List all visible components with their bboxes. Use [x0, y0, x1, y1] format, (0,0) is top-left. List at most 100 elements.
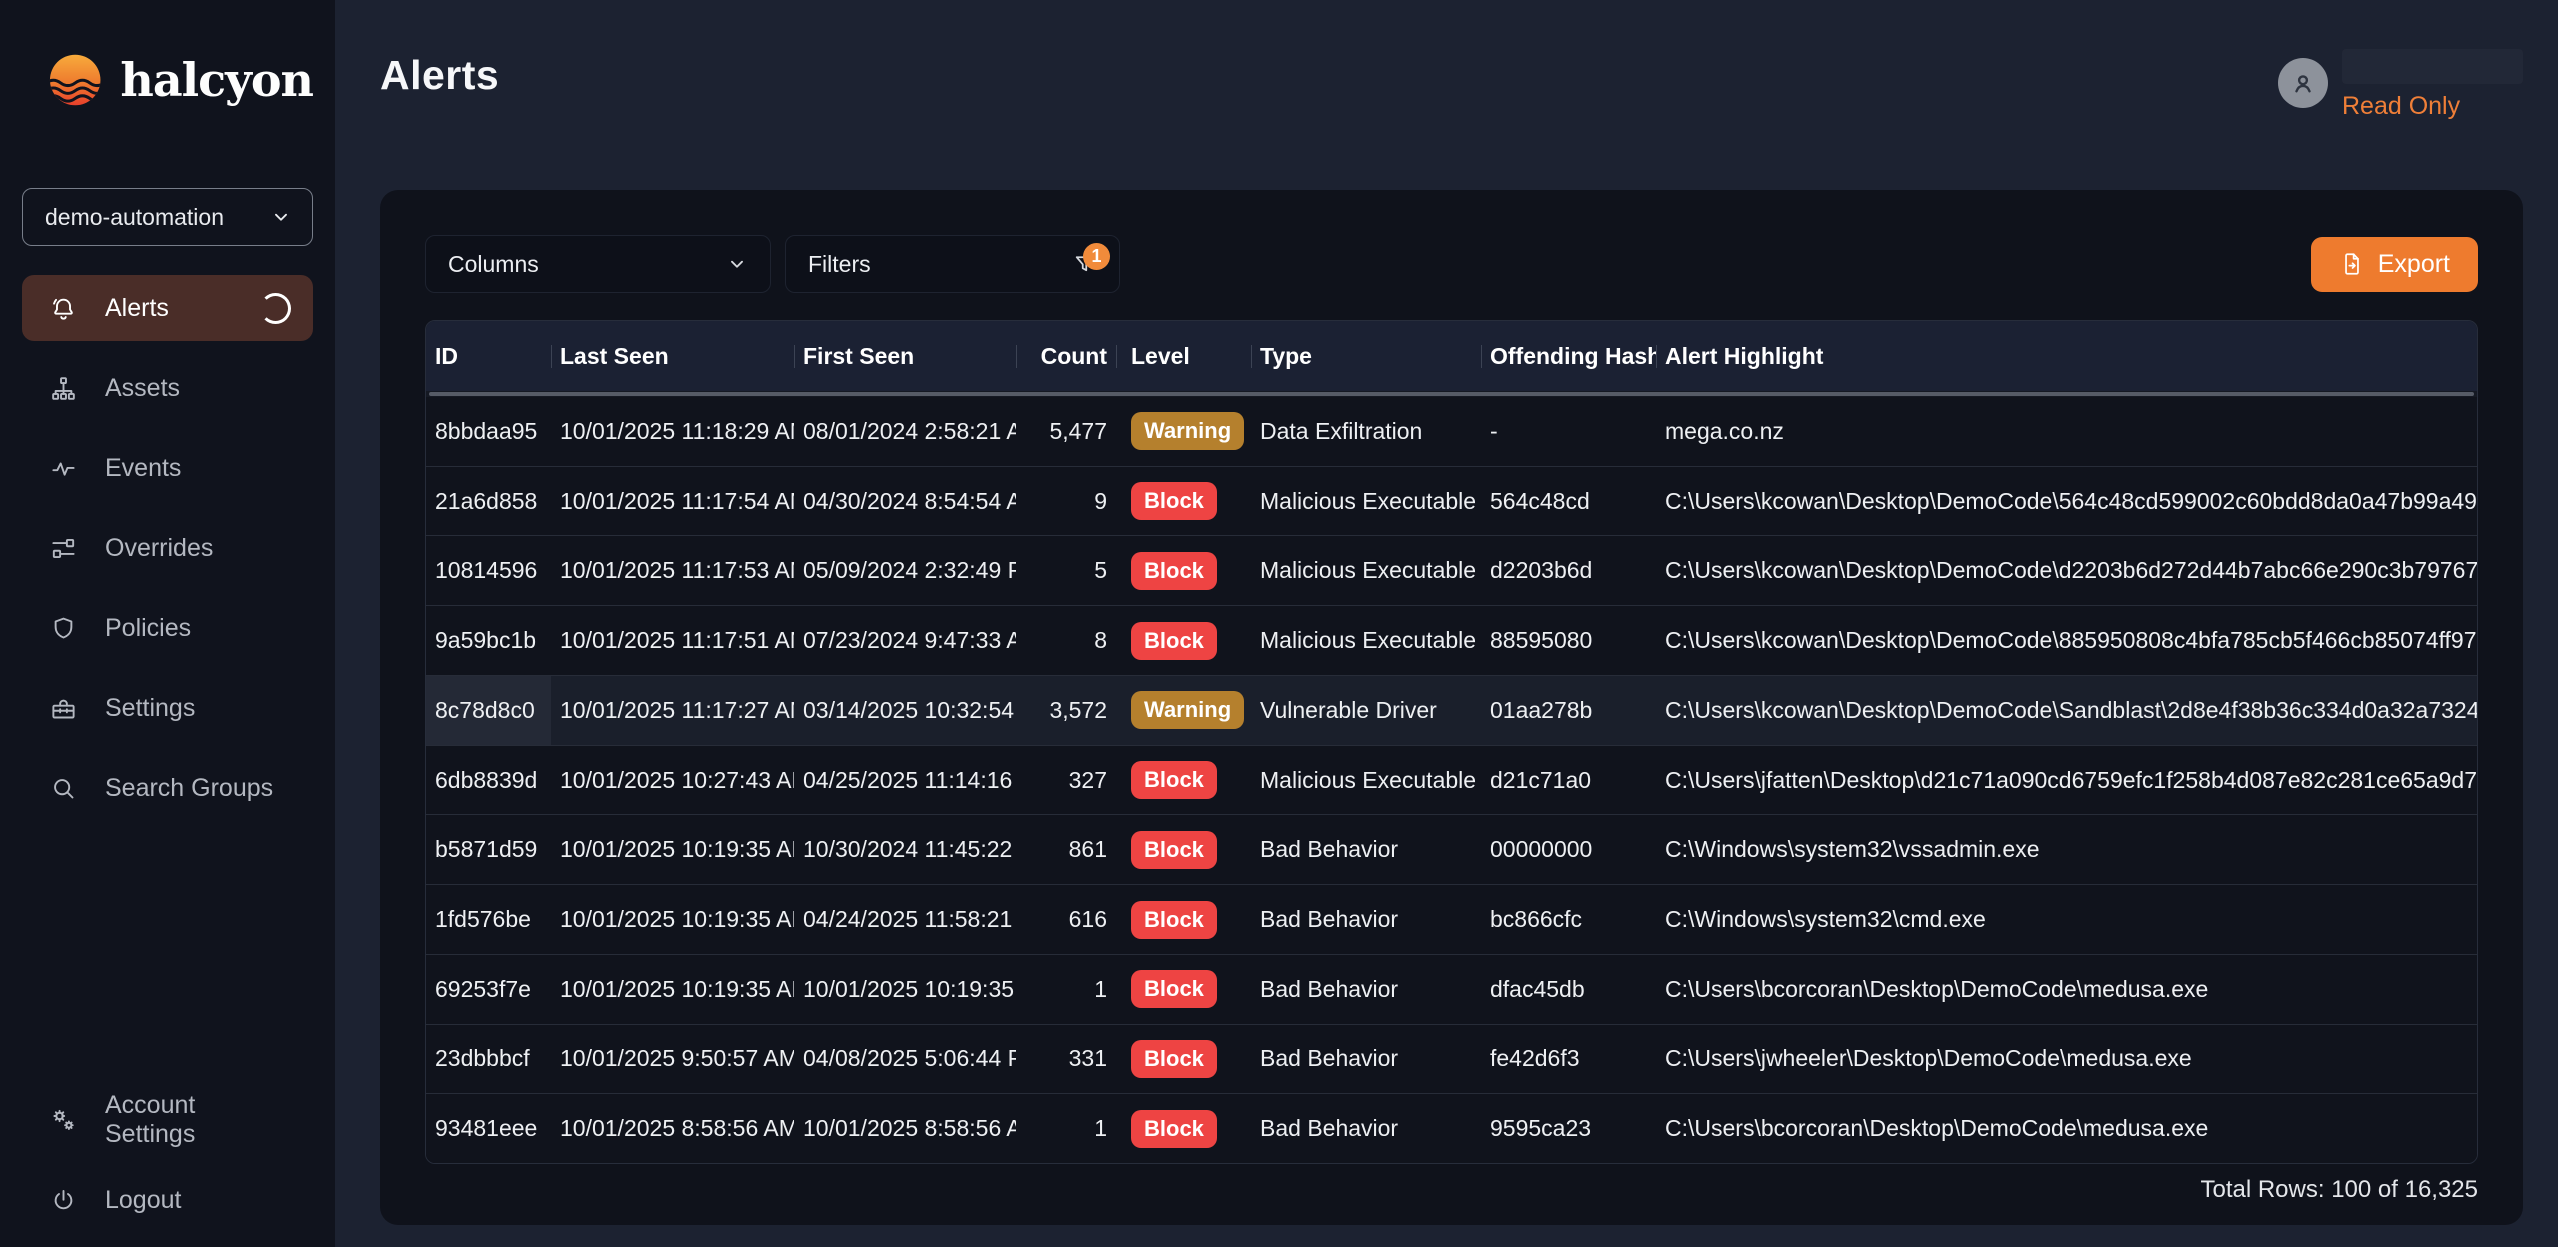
sidebar-item-label: Events — [105, 454, 181, 483]
sidebar-footer-nav: Account Settings Logout — [22, 1087, 313, 1233]
app-root: halcyon demo-automation Alerts Assets Even… — [0, 0, 2558, 1247]
cell-last-seen: 10/01/2025 9:50:57 AM — [551, 1025, 794, 1094]
cell-first-seen: 04/30/2024 8:54:54 AM — [794, 467, 1016, 536]
table-row[interactable]: 69253f7e10/01/2025 10:19:35 AM10/01/2025… — [426, 954, 2477, 1024]
cell-type: Bad Behavior — [1251, 1094, 1481, 1163]
sidebar-item-policies[interactable]: Policies — [22, 595, 313, 661]
cell-first-seen: 04/25/2025 11:14:16 AM — [794, 746, 1016, 815]
table-row[interactable]: 1081459610/01/2025 11:17:53 AM05/09/2024… — [426, 535, 2477, 605]
cell-count: 5,477 — [1016, 397, 1116, 466]
column-header-first-seen[interactable]: First Seen — [794, 321, 1016, 391]
sidebar-nav: Alerts Assets Events Overrides Policies Setti… — [22, 275, 313, 821]
cell-alert-highlight: C:\Users\bcorcoran\Desktop\DemoCode\medu… — [1656, 955, 2477, 1024]
cell-alert-highlight: C:\Windows\system32\cmd.exe — [1656, 885, 2477, 954]
cell-id: b5871d59 — [426, 815, 551, 884]
cell-last-seen: 10/01/2025 8:58:56 AM — [551, 1094, 794, 1163]
columns-dropdown-label: Columns — [448, 251, 539, 278]
column-header-alert-highlight[interactable]: Alert Highlight — [1656, 321, 2477, 391]
cell-offending-hash: bc866cfc — [1481, 885, 1656, 954]
columns-dropdown[interactable]: Columns — [425, 235, 771, 293]
cell-alert-highlight: mega.co.nz — [1656, 397, 2477, 466]
cell-count: 5 — [1016, 536, 1116, 605]
brand-name: halcyon — [120, 53, 313, 107]
cell-type: Bad Behavior — [1251, 885, 1481, 954]
table-row[interactable]: 1fd576be10/01/2025 10:19:35 AM04/24/2025… — [426, 884, 2477, 954]
cell-alert-highlight: C:\Users\kcowan\Desktop\DemoCode\564c48c… — [1656, 467, 2477, 536]
column-header-level[interactable]: Level — [1116, 321, 1251, 391]
cell-offending-hash: d21c71a0 — [1481, 746, 1656, 815]
filters-dropdown[interactable]: Filters 1 — [785, 235, 1120, 293]
column-header-offending-hash[interactable]: Offending Hash — [1481, 321, 1656, 391]
user-meta: Read Only — [2342, 49, 2523, 121]
cell-first-seen: 03/14/2025 10:32:54 AM — [794, 676, 1016, 745]
alerts-table: IDLast SeenFirst SeenCountLevelTypeOffen… — [425, 320, 2478, 1164]
sidebar-item-events[interactable]: Events — [22, 435, 313, 501]
export-icon — [2339, 251, 2365, 277]
level-badge: Block — [1131, 901, 1217, 939]
bell-icon — [50, 295, 77, 322]
table-row[interactable]: 21a6d85810/01/2025 11:17:54 AM04/30/2024… — [426, 466, 2477, 536]
horizontal-scrollbar-thumb[interactable] — [429, 392, 2474, 396]
cell-offending-hash: 00000000 — [1481, 815, 1656, 884]
level-badge: Block — [1131, 970, 1217, 1008]
column-header-last-seen[interactable]: Last Seen — [551, 321, 794, 391]
table-row[interactable]: 8bbdaa9510/01/2025 11:18:29 AM08/01/2024… — [426, 397, 2477, 466]
cell-type: Malicious Executable — [1251, 746, 1481, 815]
cell-id: 10814596 — [426, 536, 551, 605]
cell-id: 69253f7e — [426, 955, 551, 1024]
level-badge: Warning — [1131, 691, 1244, 729]
sidebar-item-settings[interactable]: Settings — [22, 675, 313, 741]
cell-count: 9 — [1016, 467, 1116, 536]
org-selector[interactable]: demo-automation — [22, 188, 313, 246]
table-row[interactable]: 23dbbbcf10/01/2025 9:50:57 AM04/08/2025 … — [426, 1024, 2477, 1094]
cell-type: Malicious Executable — [1251, 536, 1481, 605]
cell-count: 3,572 — [1016, 676, 1116, 745]
sidebar-item-label: Alerts — [105, 294, 169, 323]
cell-level: Block — [1116, 815, 1251, 884]
cell-level: Block — [1116, 536, 1251, 605]
export-button[interactable]: Export — [2311, 237, 2478, 292]
cell-alert-highlight: C:\Users\jwheeler\Desktop\DemoCode\medus… — [1656, 1025, 2477, 1094]
cell-last-seen: 10/01/2025 11:18:29 AM — [551, 397, 794, 466]
sliders-icon — [50, 535, 77, 562]
cell-count: 616 — [1016, 885, 1116, 954]
search-icon — [50, 775, 77, 802]
table-row[interactable]: b5871d5910/01/2025 10:19:35 AM10/30/2024… — [426, 814, 2477, 884]
cell-first-seen: 05/09/2024 2:32:49 PM — [794, 536, 1016, 605]
cell-level: Block — [1116, 1094, 1251, 1163]
cell-offending-hash: dfac45db — [1481, 955, 1656, 1024]
sidebar-item-label: Overrides — [105, 534, 213, 563]
cell-last-seen: 10/01/2025 11:17:27 AM — [551, 676, 794, 745]
table-row[interactable]: 93481eee10/01/2025 8:58:56 AM10/01/2025 … — [426, 1093, 2477, 1163]
sidebar-item-logout[interactable]: Logout — [22, 1167, 313, 1233]
column-header-count[interactable]: Count — [1016, 321, 1116, 391]
sidebar: halcyon demo-automation Alerts Assets Even… — [0, 0, 335, 1247]
cell-offending-hash: 9595ca23 — [1481, 1094, 1656, 1163]
table-row[interactable]: 8c78d8c010/01/2025 11:17:27 AM03/14/2025… — [426, 675, 2477, 745]
table-row[interactable]: 6db8839d10/01/2025 10:27:43 AM04/25/2025… — [426, 745, 2477, 815]
avatar[interactable] — [2278, 58, 2328, 108]
cell-first-seen: 10/01/2025 8:58:56 AM — [794, 1094, 1016, 1163]
column-header-type[interactable]: Type — [1251, 321, 1481, 391]
cell-count: 861 — [1016, 815, 1116, 884]
sidebar-item-account-settings[interactable]: Account Settings — [22, 1087, 313, 1153]
sidebar-item-search-groups[interactable]: Search Groups — [22, 755, 313, 821]
cell-last-seen: 10/01/2025 10:19:35 AM — [551, 955, 794, 1024]
sidebar-item-alerts[interactable]: Alerts — [22, 275, 313, 341]
cell-first-seen: 08/01/2024 2:58:21 AM — [794, 397, 1016, 466]
level-badge: Block — [1131, 482, 1217, 520]
cell-type: Malicious Executable — [1251, 467, 1481, 536]
cell-offending-hash: 01aa278b — [1481, 676, 1656, 745]
sidebar-item-overrides[interactable]: Overrides — [22, 515, 313, 581]
cell-alert-highlight: C:\Users\kcowan\Desktop\DemoCode\Sandbla… — [1656, 676, 2477, 745]
table-row[interactable]: 9a59bc1b10/01/2025 11:17:51 AM07/23/2024… — [426, 605, 2477, 675]
sidebar-item-assets[interactable]: Assets — [22, 355, 313, 421]
hierarchy-icon — [50, 375, 77, 402]
level-badge: Block — [1131, 1110, 1217, 1148]
cell-first-seen: 10/30/2024 11:45:22 AM — [794, 815, 1016, 884]
column-header-id[interactable]: ID — [426, 321, 551, 391]
cell-alert-highlight: C:\Users\kcowan\Desktop\DemoCode\d2203b6… — [1656, 536, 2477, 605]
table-header-row: IDLast SeenFirst SeenCountLevelTypeOffen… — [426, 321, 2477, 391]
cell-count: 1 — [1016, 955, 1116, 1024]
user-name-redacted — [2342, 49, 2523, 84]
